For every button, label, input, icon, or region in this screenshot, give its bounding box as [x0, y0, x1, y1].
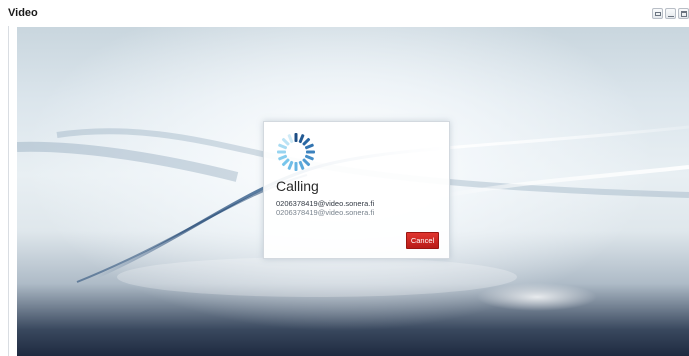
callee-address-secondary: 0206378419@video.sonera.fi [276, 208, 375, 217]
title-bar: Video [0, 0, 689, 26]
minimize-button[interactable] [665, 8, 676, 19]
callee-address-primary: 0206378419@video.sonera.fi [276, 199, 375, 208]
call-status-text: Calling [276, 178, 319, 194]
window-title: Video [8, 7, 38, 19]
video-window: Video Calling 0206378419@video.sonera.fi… [0, 0, 689, 356]
window-controls [652, 8, 689, 19]
minimize-icon [668, 16, 674, 17]
window-divider [8, 26, 9, 356]
restore-button[interactable] [652, 8, 663, 19]
loading-spinner-icon [277, 133, 315, 171]
cancel-call-button[interactable]: Cancel [406, 232, 439, 249]
calling-dialog: Calling 0206378419@video.sonera.fi 02063… [263, 121, 450, 259]
restore-icon [655, 12, 661, 16]
maximize-button[interactable] [678, 8, 689, 19]
video-area: Calling 0206378419@video.sonera.fi 02063… [17, 27, 689, 356]
maximize-icon [681, 11, 687, 17]
